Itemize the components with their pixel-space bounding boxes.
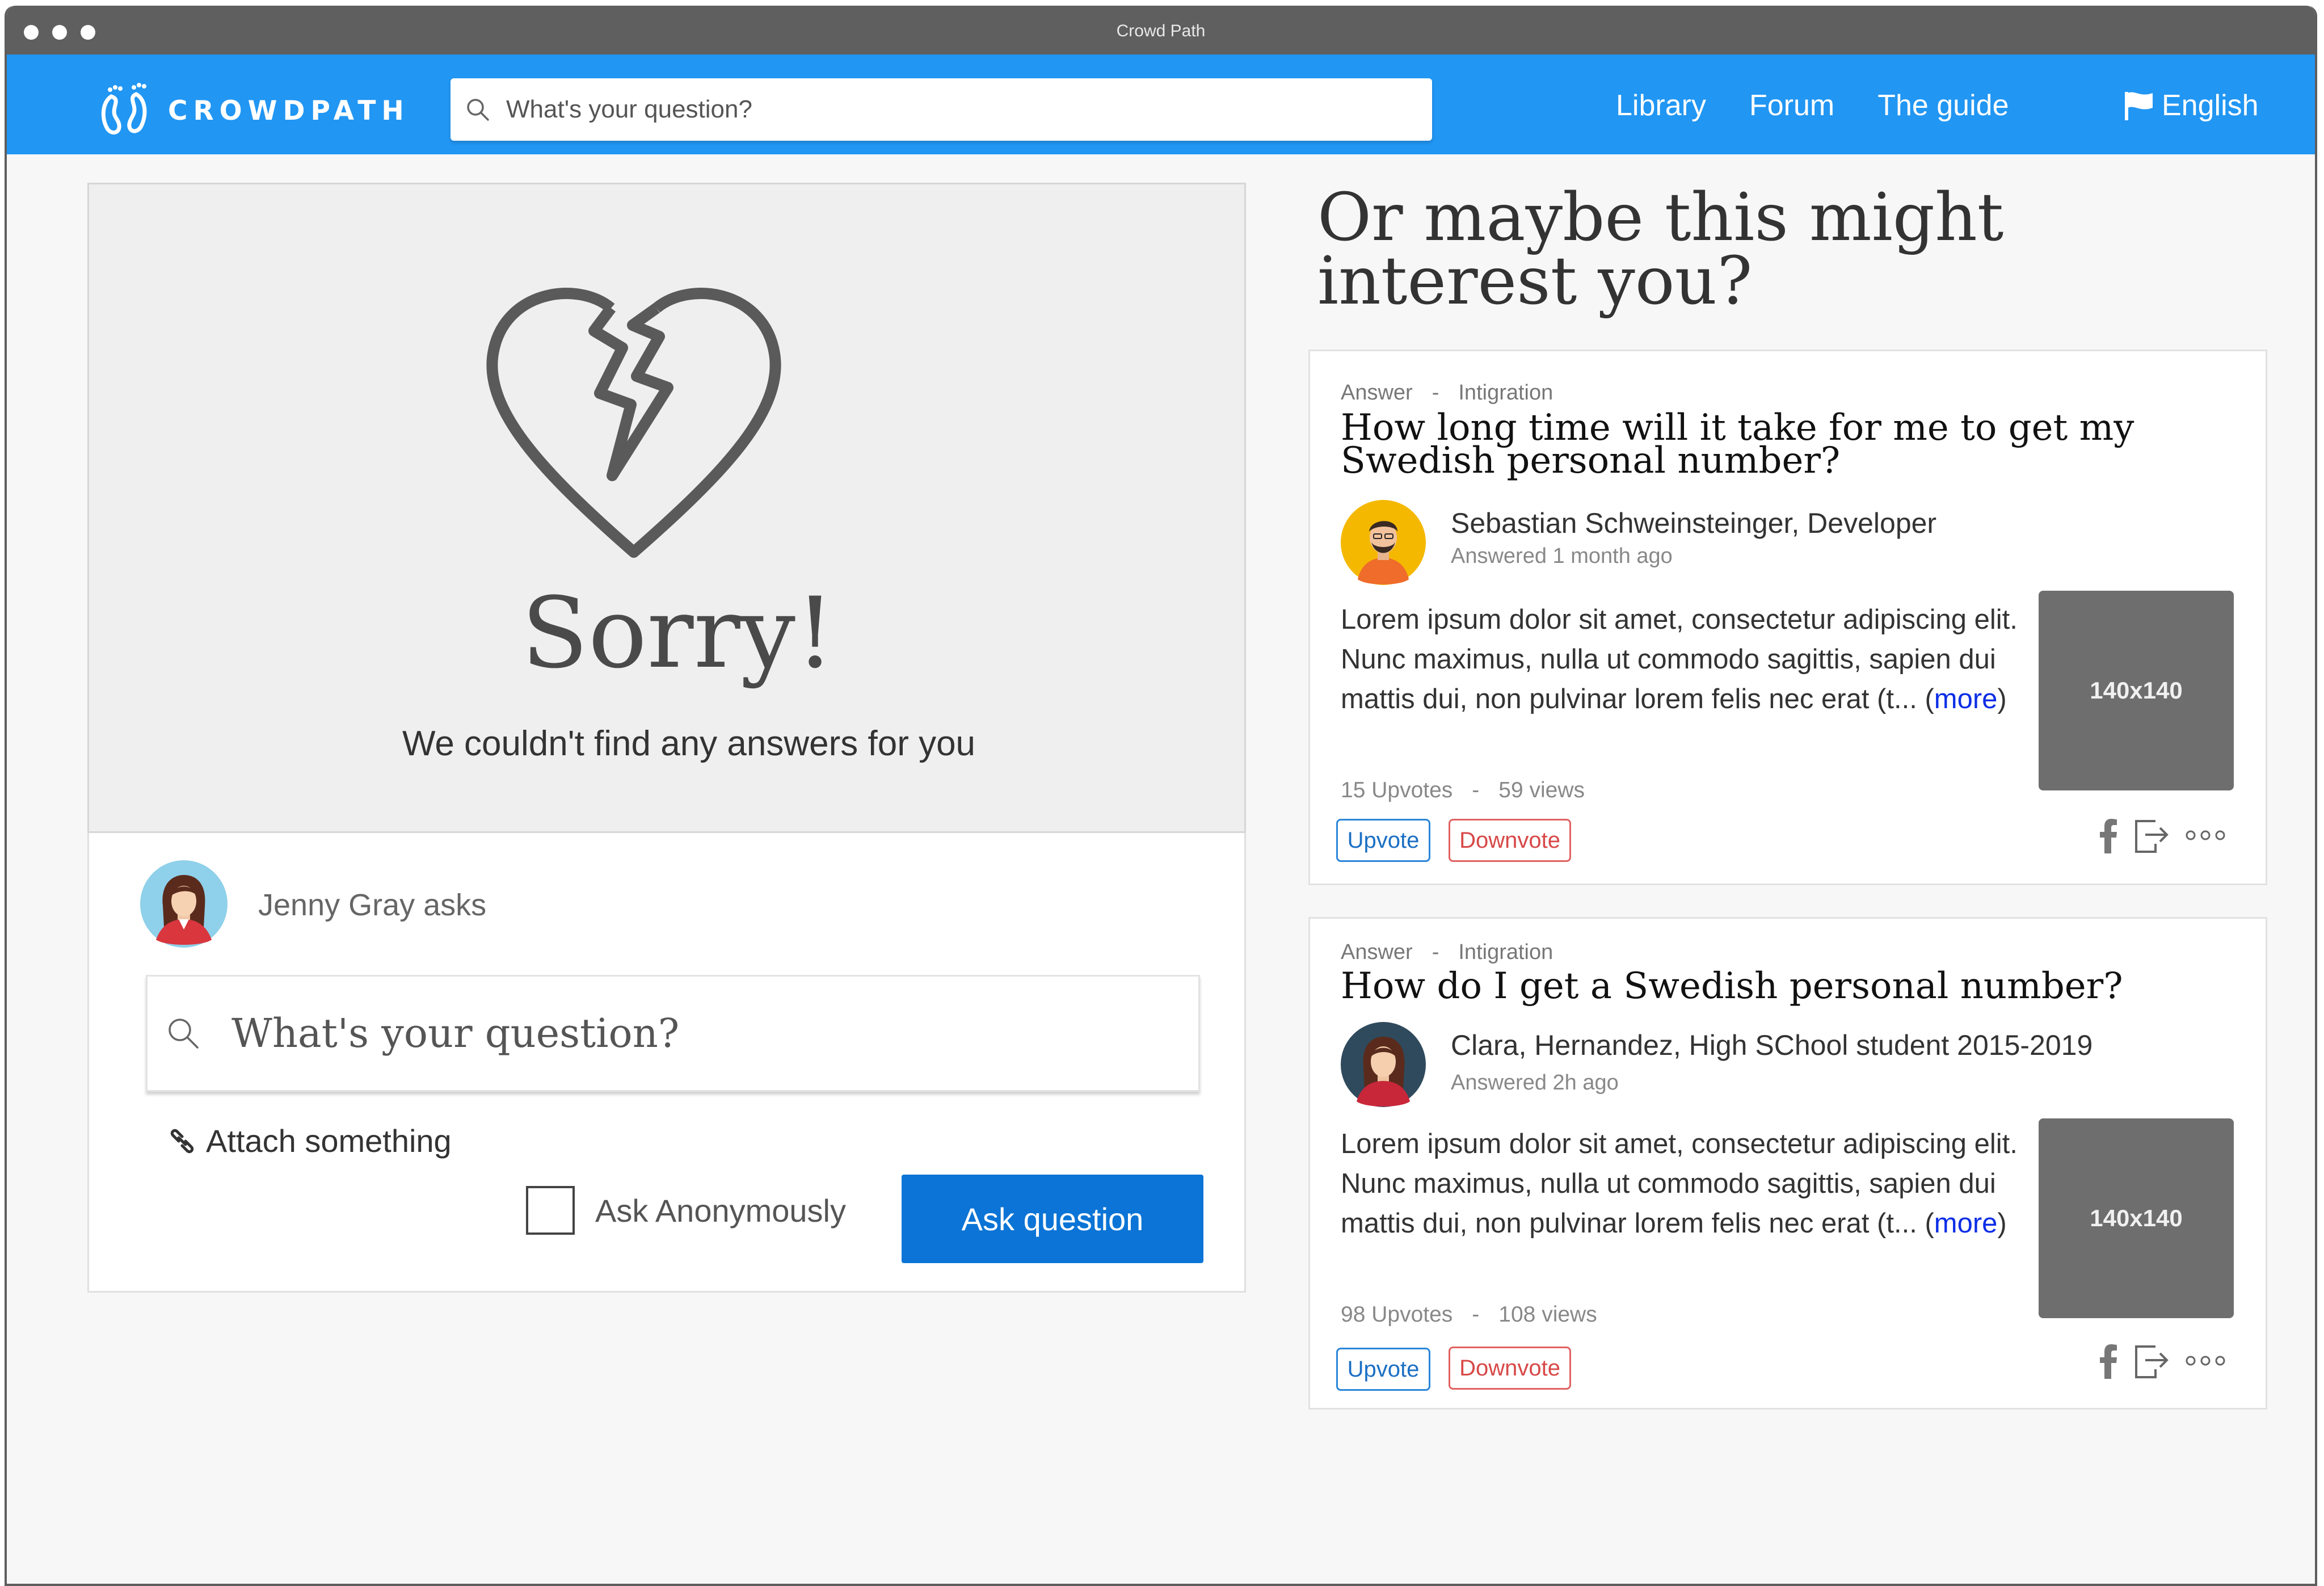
nav-link-guide[interactable]: The guide bbox=[1877, 83, 2009, 128]
downvote-button[interactable]: Downvote bbox=[1449, 1347, 1571, 1390]
author-avatar bbox=[1341, 500, 1426, 585]
language-selector[interactable]: English bbox=[2122, 83, 2259, 128]
more-link[interactable]: more bbox=[1934, 1208, 1998, 1239]
card-body: Lorem ipsum dolor sit amet, consectetur … bbox=[1341, 600, 2022, 719]
more-open: ( bbox=[1925, 684, 1934, 714]
meta-separator: - bbox=[1432, 940, 1439, 964]
asker-name: Jenny Gray asks bbox=[258, 888, 487, 922]
attach-label: Attach something bbox=[206, 1123, 452, 1159]
facebook-icon[interactable] bbox=[2099, 1343, 2118, 1379]
answer-card[interactable]: Answer - Intigration How long time will it… bbox=[1308, 350, 2267, 885]
stats-separator: - bbox=[1472, 778, 1480, 802]
top-navbar: CROWDPATH Library Forum The guide Englis… bbox=[7, 54, 2315, 154]
nav-link-library[interactable]: Library bbox=[1616, 83, 1706, 128]
answered-time: Answered 2h ago bbox=[1451, 1071, 1619, 1095]
nav-search-bar[interactable] bbox=[451, 78, 1432, 141]
footprints-logo-icon bbox=[101, 83, 147, 135]
answered-time: Answered 1 month ago bbox=[1451, 544, 1673, 568]
card-stats: 15 Upvotes -59 views bbox=[1341, 778, 1585, 803]
upvote-count: 15 Upvotes bbox=[1341, 778, 1453, 802]
downvote-button[interactable]: Downvote bbox=[1449, 819, 1571, 862]
more-open: ( bbox=[1925, 1208, 1934, 1239]
language-label: English bbox=[2162, 89, 2259, 122]
more-options-icon[interactable] bbox=[2185, 1355, 2226, 1366]
author-avatar bbox=[1341, 1022, 1426, 1107]
broken-heart-icon bbox=[486, 288, 781, 558]
more-close: ) bbox=[1997, 684, 2007, 714]
more-link[interactable]: more bbox=[1934, 684, 1998, 714]
card-body: Lorem ipsum dolor sit amet, consectetur … bbox=[1341, 1124, 2022, 1243]
sorry-heading: Sorry! bbox=[521, 576, 835, 690]
anonymous-checkbox[interactable] bbox=[526, 1186, 575, 1235]
card-body-text: Lorem ipsum dolor sit amet, consectetur … bbox=[1341, 1129, 2018, 1239]
share-icon[interactable] bbox=[2133, 1342, 2170, 1379]
author-name[interactable]: Clara, Hernandez, High SChool student 20… bbox=[1451, 1029, 2093, 1062]
question-input[interactable] bbox=[231, 1010, 1168, 1057]
card-type: Answer bbox=[1341, 381, 1413, 405]
asker-avatar bbox=[140, 860, 228, 948]
nav-search-input[interactable] bbox=[506, 95, 1386, 124]
title-bar: Crowd Path bbox=[7, 6, 2315, 54]
ask-question-panel: Jenny Gray asks Attach something Ask Ano… bbox=[87, 833, 1246, 1293]
ask-question-button[interactable]: Ask question bbox=[902, 1175, 1203, 1263]
card-title[interactable]: How long time will it take for me to get… bbox=[1341, 410, 2192, 479]
search-icon bbox=[467, 99, 489, 121]
attach-link[interactable]: Attach something bbox=[165, 1122, 452, 1159]
more-options-icon[interactable] bbox=[2185, 830, 2226, 841]
meta-separator: - bbox=[1432, 381, 1439, 405]
card-meta: Answer - Intigration bbox=[1341, 381, 1553, 405]
view-count: 59 views bbox=[1498, 778, 1585, 802]
upvote-button[interactable]: Upvote bbox=[1336, 819, 1430, 862]
sorry-message: We couldn't find any answers for you bbox=[402, 724, 976, 763]
link-icon bbox=[170, 1129, 194, 1153]
nav-links: Library Forum The guide bbox=[1616, 83, 2052, 128]
facebook-icon[interactable] bbox=[2099, 817, 2118, 853]
suggestions-heading: Or maybe this might interest you? bbox=[1317, 179, 2004, 319]
card-title[interactable]: How do I get a Swedish personal number? bbox=[1341, 968, 2192, 1004]
card-category: Intigration bbox=[1458, 940, 1553, 964]
share-icon[interactable] bbox=[2133, 817, 2170, 854]
nav-link-forum[interactable]: Forum bbox=[1749, 83, 1834, 128]
card-meta: Answer - Intigration bbox=[1341, 940, 1553, 965]
thumbnail-image[interactable]: 140x140 bbox=[2039, 1118, 2234, 1318]
share-actions bbox=[2099, 817, 2241, 854]
upvote-count: 98 Upvotes bbox=[1341, 1302, 1453, 1327]
anonymous-label: Ask Anonymously bbox=[595, 1192, 846, 1229]
card-stats: 98 Upvotes -108 views bbox=[1341, 1302, 1597, 1327]
window-title: Crowd Path bbox=[1116, 22, 1206, 40]
view-count: 108 views bbox=[1498, 1302, 1597, 1327]
more-close: ) bbox=[1997, 1208, 2007, 1239]
logo[interactable]: CROWDPATH bbox=[95, 79, 410, 142]
card-category: Intigration bbox=[1458, 381, 1553, 405]
search-icon bbox=[169, 1019, 199, 1049]
share-actions bbox=[2099, 1342, 2241, 1379]
question-field[interactable] bbox=[146, 975, 1200, 1092]
upvote-button[interactable]: Upvote bbox=[1336, 1348, 1430, 1391]
thumbnail-image[interactable]: 140x140 bbox=[2039, 591, 2234, 790]
stats-separator: - bbox=[1472, 1302, 1480, 1327]
logo-text: CROWDPATH bbox=[168, 95, 410, 127]
flag-icon bbox=[2125, 92, 2153, 120]
ask-anonymously-option[interactable]: Ask Anonymously bbox=[526, 1186, 846, 1235]
author-name[interactable]: Sebastian Schweinsteinger, Developer bbox=[1451, 507, 1936, 540]
card-type: Answer bbox=[1341, 940, 1413, 964]
no-results-panel: Sorry! We couldn't find any answers for … bbox=[87, 183, 1246, 833]
answer-card[interactable]: Answer - Intigration How do I get a Swedis… bbox=[1308, 917, 2267, 1410]
browser-window: Crowd Path CROWDPATH Library Forum The g… bbox=[5, 6, 2317, 1586]
card-body-text: Lorem ipsum dolor sit amet, consectetur … bbox=[1341, 604, 2018, 714]
